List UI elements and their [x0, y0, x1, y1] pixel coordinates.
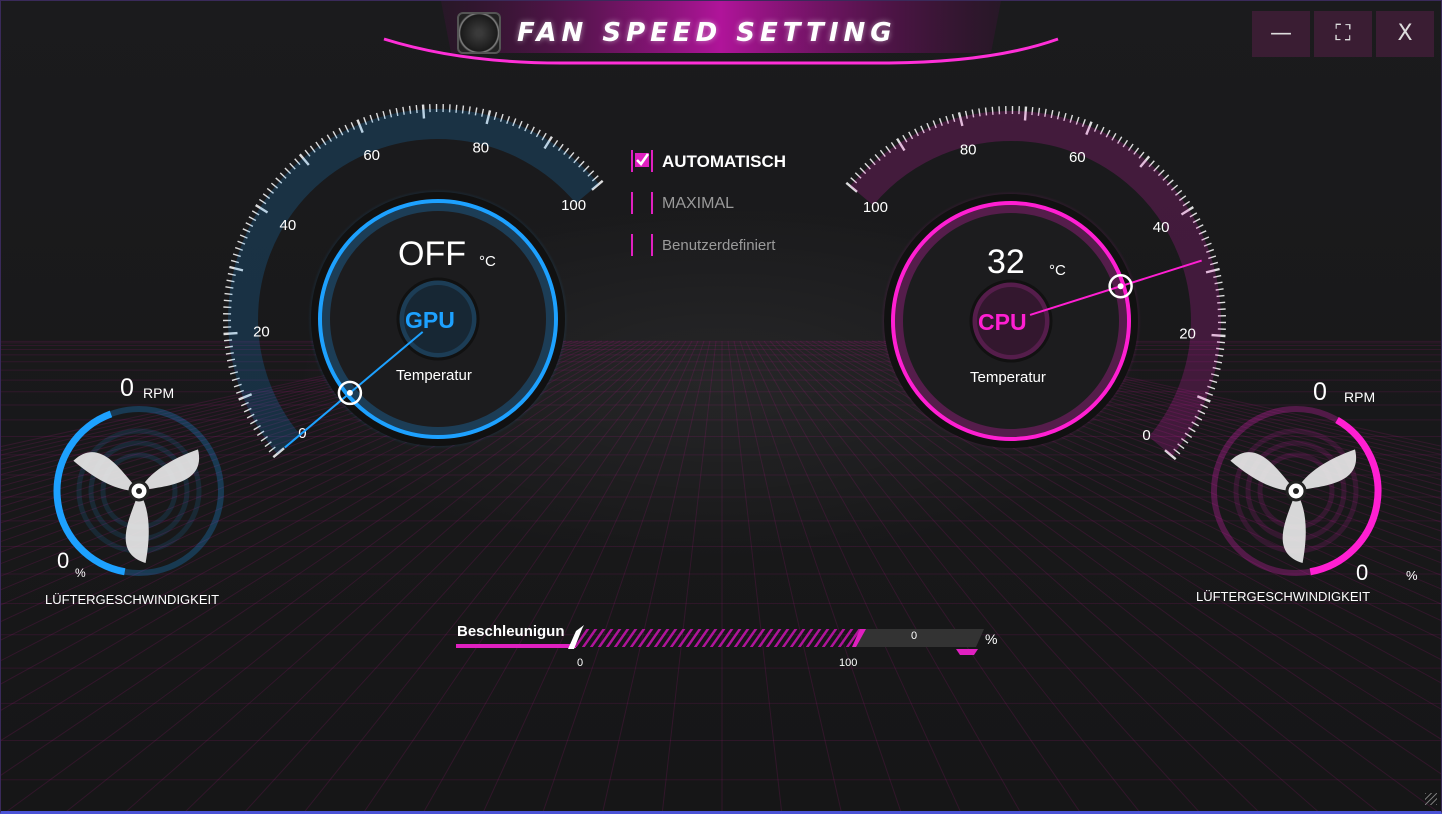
acceleration-max-label: 100 [839, 657, 858, 669]
cpu-temperature-gauge: 0 20 40 60 80 100 [845, 106, 1226, 461]
scale-label: 0 [1142, 427, 1150, 444]
scale-label: 100 [561, 197, 586, 214]
scale-label: 100 [863, 199, 888, 216]
custom-checkbox[interactable] [631, 234, 653, 256]
slider-track [573, 629, 864, 647]
gpu-label: GPU [405, 307, 455, 333]
cpu-fan-percent-value: 0 [1356, 560, 1369, 585]
scale-label: 40 [1153, 219, 1170, 236]
acceleration-value[interactable]: 0 [911, 630, 917, 642]
mode-custom-label: Benutzerdefiniert [662, 237, 776, 254]
gpu-fan-indicator [53, 406, 224, 576]
gpu-fan-percent-value: 0 [57, 548, 70, 573]
gpu-fan-percent-unit: % [75, 566, 86, 580]
acceleration-unit: % [985, 631, 998, 647]
maximal-checkbox[interactable] [631, 192, 653, 214]
gpu-fan-rpm-unit: RPM [143, 385, 175, 401]
cpu-temperature-unit: °C [1049, 262, 1066, 279]
mode-maximal-label: MAXIMAL [662, 195, 735, 212]
scale-label: 80 [472, 139, 489, 156]
scale-label: 20 [253, 323, 270, 340]
scale-label: 40 [280, 217, 297, 234]
slider-value-accent [956, 649, 978, 655]
gpu-fan-rpm-value: 0 [120, 374, 134, 402]
scale-label: 60 [363, 147, 380, 164]
gpu-temperature-unit: °C [479, 253, 496, 270]
cpu-label: CPU [978, 309, 1027, 335]
cpu-temperature-value: 32 [987, 243, 1025, 281]
check-icon [635, 153, 650, 167]
scale-label: 20 [1179, 325, 1196, 342]
gauge-layer: 0 20 40 60 80 100 0 20 40 60 80 100 [53, 104, 1382, 576]
cpu-temperature-label: Temperatur [970, 369, 1046, 386]
gpu-temperature-gauge: 020406080100 [223, 104, 604, 459]
cpu-fan-speed-label: LÜFTERGESCHWINDIGKEIT [1196, 589, 1371, 604]
scale-label: 60 [1069, 149, 1086, 166]
resize-grip[interactable] [1425, 793, 1437, 805]
cpu-fan-rpm-value: 0 [1313, 378, 1327, 406]
app-window: FAN SPEED SETTING — ⛶ X 020406080100 020… [0, 0, 1442, 814]
mode-automatic-label: AUTOMATISCH [662, 152, 787, 171]
gpu-fan-speed-label: LÜFTERGESCHWINDIGKEIT [45, 592, 220, 607]
slider-value-box[interactable] [856, 629, 984, 647]
cpu-fan-indicator [1211, 406, 1382, 576]
automatic-checkbox[interactable] [631, 150, 653, 172]
acceleration-min-label: 0 [577, 657, 584, 669]
cpu-fan-rpm-unit: RPM [1344, 389, 1376, 405]
cpu-fan-percent-unit: % [1406, 568, 1418, 583]
gpu-temperature-value: OFF [398, 235, 466, 273]
gpu-temperature-label: Temperatur [396, 367, 472, 384]
scale-label: 80 [960, 141, 977, 158]
acceleration-label: Beschleunigun [457, 623, 565, 640]
